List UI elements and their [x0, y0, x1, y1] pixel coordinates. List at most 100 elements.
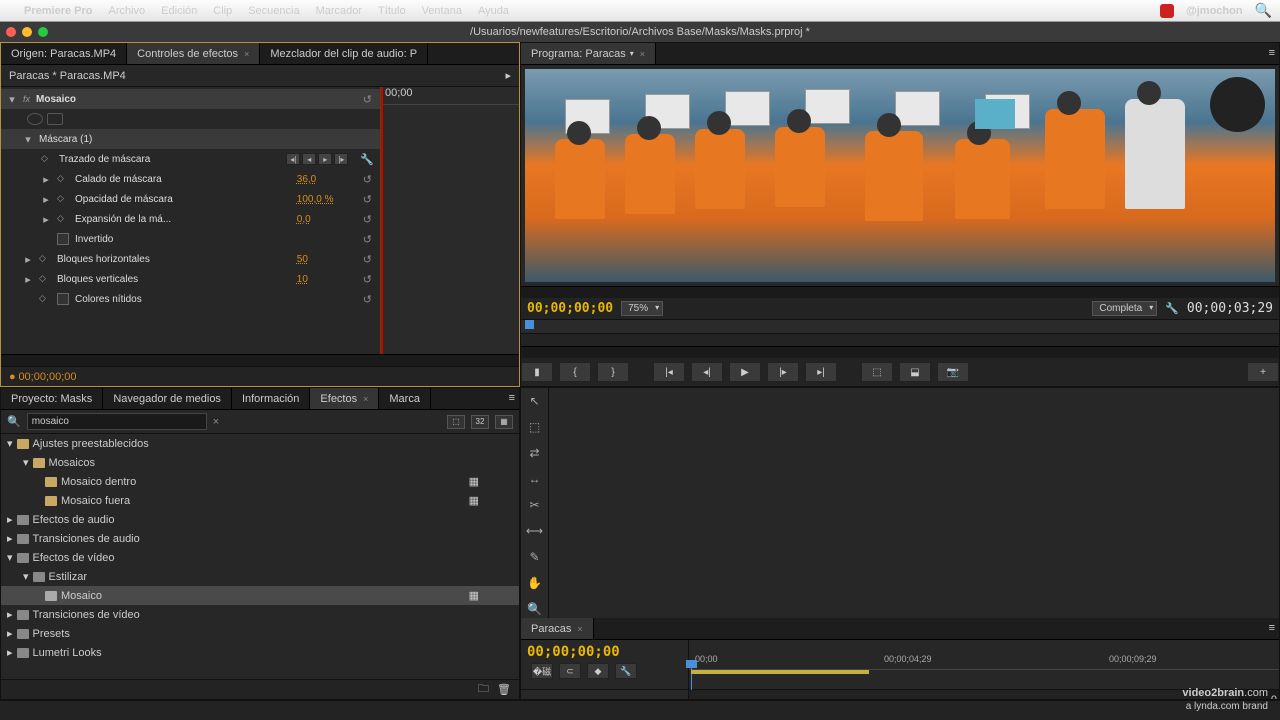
menu-clip[interactable]: Clip	[213, 5, 232, 17]
link-icon[interactable]: ⊂	[559, 663, 581, 679]
chevron-right-icon[interactable]: ▸	[505, 69, 511, 82]
user-handle[interactable]: @jmochon	[1186, 5, 1243, 17]
tab-markers[interactable]: Marca	[379, 388, 431, 409]
play-button[interactable]: ▶	[729, 362, 761, 382]
effect-mosaico[interactable]: ▾fx Mosaico ↺	[1, 89, 380, 109]
timeline-ruler[interactable]: 00;00 00;00;04;29 00;00;09;29	[689, 640, 1279, 689]
mosaic-mask-overlay	[975, 99, 1015, 129]
effect-mosaico-item[interactable]: Mosaico▦	[1, 586, 519, 605]
mark-out-button[interactable]: {	[559, 362, 591, 382]
menu-ventana[interactable]: Ventana	[422, 5, 462, 17]
snap-icon[interactable]: �磁	[531, 663, 553, 679]
reset-icon[interactable]: ↺	[363, 173, 372, 186]
mask-row[interactable]: ▾Máscara (1)	[1, 129, 380, 149]
effects-search-input[interactable]	[27, 413, 207, 430]
go-out-button[interactable]: ▸|	[805, 362, 837, 382]
extract-button[interactable]: ⬓	[899, 362, 931, 382]
reset-icon[interactable]: ↺	[363, 93, 372, 106]
mark-in-button[interactable]: ▮	[521, 362, 553, 382]
effects-panel: Proyecto: Masks Navegador de medios Info…	[0, 387, 520, 700]
razor-tool-icon[interactable]: ✂	[526, 496, 544, 514]
program-time-ruler[interactable]	[521, 320, 1279, 334]
keyframe-nav[interactable]: ◂|◂▸|▸	[286, 153, 348, 165]
tab-program[interactable]: Programa: Paracas ▾×	[521, 43, 656, 64]
traffic-lights[interactable]	[6, 27, 48, 37]
work-area-bar[interactable]	[691, 670, 869, 674]
tab-effects[interactable]: Efectos×	[310, 388, 379, 409]
accel-icon: ▦	[469, 475, 479, 488]
quality-dropdown[interactable]: Completa	[1092, 301, 1157, 316]
ripple-tool-icon[interactable]: ⇄	[526, 444, 544, 462]
timeline-timecode[interactable]: 00;00;00;00	[527, 644, 682, 660]
scrollbar[interactable]	[521, 346, 1279, 358]
zoom-dropdown[interactable]: 75%	[621, 301, 663, 316]
pen-tool-icon[interactable]: ✎	[526, 548, 544, 566]
lift-button[interactable]: ⬚	[861, 362, 893, 382]
playhead-icon[interactable]	[381, 87, 383, 354]
settings-icon[interactable]: 🔧	[615, 663, 637, 679]
record-icon[interactable]	[1160, 4, 1174, 18]
ellipse-mask-icon[interactable]	[27, 113, 43, 125]
new-bin-icon[interactable]: 🗀	[478, 680, 489, 699]
tab-project[interactable]: Proyecto: Masks	[1, 388, 103, 409]
status-bar	[0, 700, 1280, 720]
panel-menu-icon[interactable]: ≡	[1269, 622, 1275, 634]
preset-mosaico-fuera[interactable]: Mosaico fuera▦	[1, 491, 519, 510]
tab-effect-controls[interactable]: Controles de efectos×	[127, 43, 260, 64]
close-icon[interactable]: ×	[640, 49, 645, 59]
menu-ayuda[interactable]: Ayuda	[478, 5, 509, 17]
app-name[interactable]: Premiere Pro	[24, 5, 92, 17]
transport-controls: ▮ { } |◂ ◂| ▶ |▸ ▸| ⬚ ⬓ 📷 +	[521, 358, 1279, 386]
preset-mosaico-dentro[interactable]: Mosaico dentro▦	[1, 472, 519, 491]
program-video-viewport[interactable]	[525, 69, 1275, 282]
mark-clip-button[interactable]: }	[597, 362, 629, 382]
go-in-button[interactable]: |◂	[653, 362, 685, 382]
window-titlebar: /Usuarios/newfeatures/Escritorio/Archivo…	[0, 22, 1280, 42]
fx-yuv-icon[interactable]: ▦	[495, 415, 513, 429]
tab-source[interactable]: Origen: Paracas.MP4	[1, 43, 127, 64]
ec-timecode[interactable]: 00;00;00;00	[18, 371, 76, 383]
tab-info[interactable]: Información	[232, 388, 310, 409]
zoom-tool-icon[interactable]: 🔍	[526, 600, 544, 618]
param-expansion: ▸◇ Expansión de la má... 0,0 ↺	[1, 209, 380, 229]
effect-keyframe-area[interactable]: 00;00	[381, 87, 519, 354]
selection-tool-icon[interactable]: ↖	[526, 392, 544, 410]
marker-icon[interactable]: ◆	[587, 663, 609, 679]
trash-icon[interactable]: 🗑	[497, 683, 511, 696]
hand-tool-icon[interactable]: ✋	[526, 574, 544, 592]
step-fwd-button[interactable]: |▸	[767, 362, 799, 382]
scrollbar[interactable]	[521, 286, 1279, 298]
spotlight-icon[interactable]: 🔍	[1255, 2, 1272, 19]
wrench-icon[interactable]: 🔧	[1165, 302, 1179, 315]
close-icon[interactable]: ×	[244, 49, 249, 59]
effects-tree[interactable]: ▾Ajustes preestablecidos ▾Mosaicos Mosai…	[1, 434, 519, 679]
rate-tool-icon[interactable]: ↔	[526, 470, 544, 488]
fx-32bit-icon[interactable]: 32	[471, 415, 489, 429]
program-tc-current[interactable]: 00;00;00;00	[527, 301, 613, 316]
menu-archivo[interactable]: Archivo	[108, 5, 145, 17]
menu-secuencia[interactable]: Secuencia	[248, 5, 299, 17]
timeline-tools: ↖ ⬚ ⇄ ↔ ✂ ⟷ ✎ ✋ 🔍	[521, 388, 549, 618]
timeline-clips-area[interactable]: ▣ Paracas.MP4 [V] ▣	[689, 690, 1239, 700]
slip-tool-icon[interactable]: ⟷	[526, 522, 544, 540]
step-back-button[interactable]: ◂|	[691, 362, 723, 382]
panel-menu-icon[interactable]: ≡	[509, 392, 515, 404]
param-sharp-colors[interactable]: ◇Colores nítidos ↺	[1, 289, 380, 309]
menu-titulo[interactable]: Título	[378, 5, 406, 17]
menu-edicion[interactable]: Edición	[161, 5, 197, 17]
tab-media-browser[interactable]: Navegador de medios	[103, 388, 232, 409]
panel-menu-icon[interactable]: ≡	[1269, 47, 1275, 59]
fx-filter-icon[interactable]: ⬚	[447, 415, 465, 429]
tab-audio-mixer[interactable]: Mezclador del clip de audio: P	[260, 43, 428, 64]
rect-mask-icon[interactable]	[47, 113, 63, 125]
track-select-tool-icon[interactable]: ⬚	[526, 418, 544, 436]
export-frame-button[interactable]: 📷	[937, 362, 969, 382]
menu-marcador[interactable]: Marcador	[316, 5, 362, 17]
param-inverted[interactable]: Invertido ↺	[1, 229, 380, 249]
search-icon: 🔍	[7, 415, 21, 428]
clear-search-icon[interactable]: ×	[213, 416, 219, 428]
add-button[interactable]: +	[1247, 362, 1279, 382]
wrench-icon[interactable]: 🔧	[360, 153, 374, 166]
tab-sequence[interactable]: Paracas×	[521, 618, 594, 639]
scrollbar[interactable]	[1, 354, 519, 366]
